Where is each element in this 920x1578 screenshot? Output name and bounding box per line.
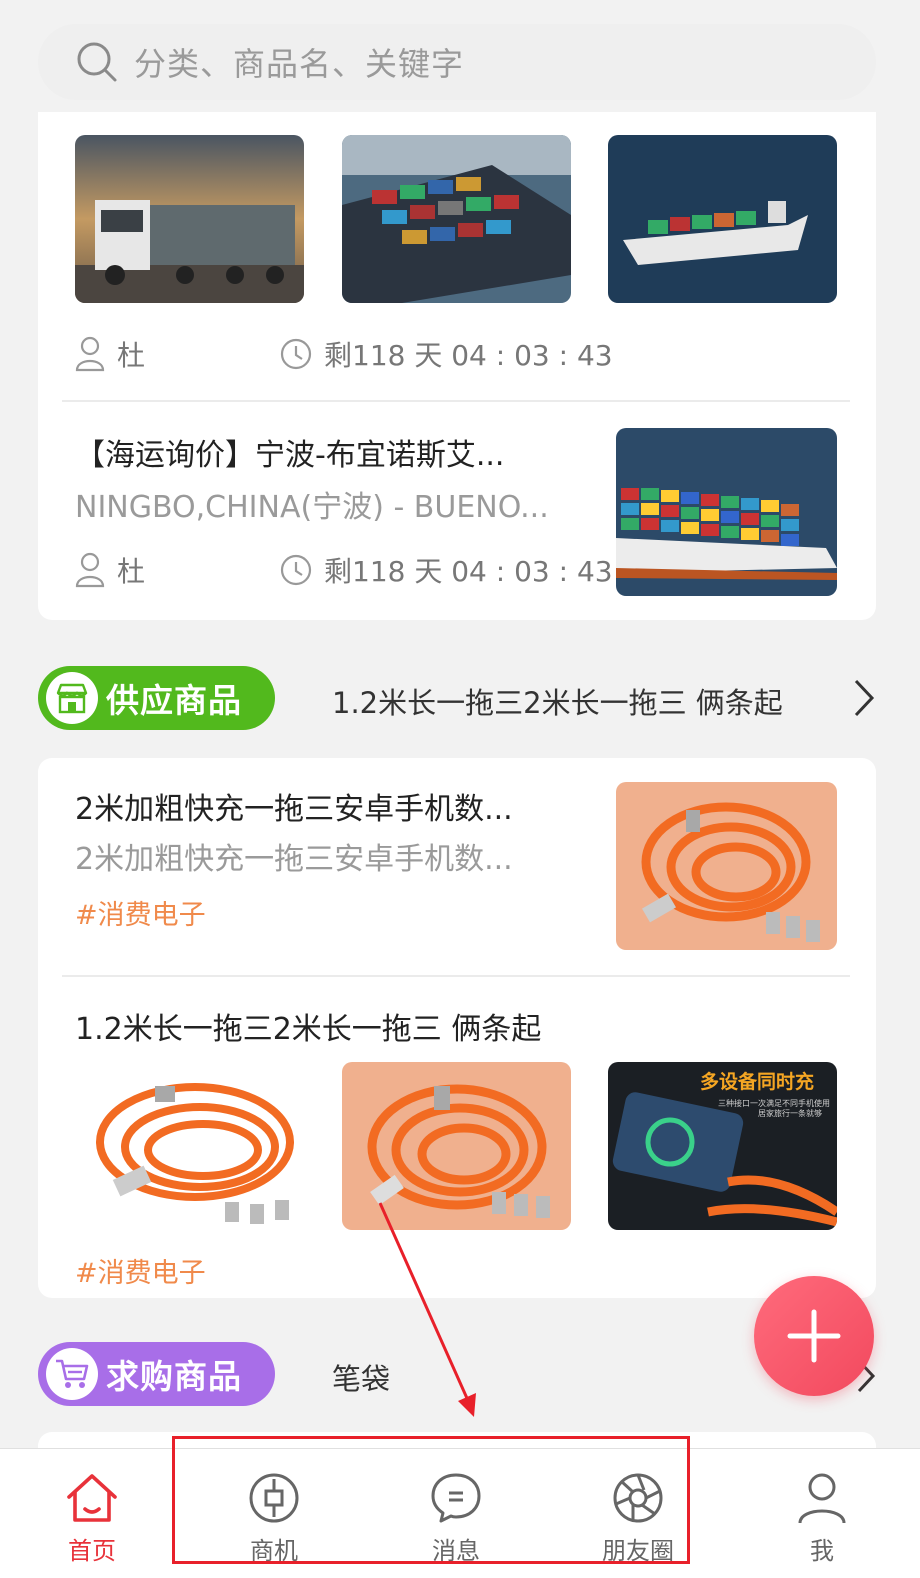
nav-home[interactable]: 首页 bbox=[0, 1449, 184, 1578]
supply-item-1-subtitle: 2米加粗快充一拖三安卓手机数... bbox=[75, 842, 513, 877]
add-button[interactable] bbox=[754, 1276, 874, 1396]
nav-profile-label: 我 bbox=[810, 1537, 834, 1565]
search-icon bbox=[77, 42, 117, 82]
cargo-ship-image[interactable] bbox=[608, 135, 837, 303]
divider bbox=[62, 975, 850, 977]
purchase-section-label[interactable]: 求购商品 bbox=[38, 1342, 275, 1406]
image-small-text-2: 居家旅行一条就够 bbox=[758, 1108, 822, 1118]
image-small-text-1: 三种接口一次满足不同手机使用 bbox=[718, 1098, 830, 1108]
listing-2-countdown-text: 剩118 天 04 : 03 : 43 bbox=[324, 555, 613, 588]
annotation-highlight-box bbox=[172, 1436, 690, 1564]
cart-icon bbox=[46, 1348, 98, 1400]
annotation-arrow bbox=[378, 1202, 476, 1417]
truck-image[interactable] bbox=[75, 135, 304, 303]
listing-2-title[interactable]: 【海运询价】宁波-布宜诺斯艾... bbox=[75, 430, 504, 474]
nav-home-label: 首页 bbox=[68, 1537, 116, 1565]
chevron-right-icon[interactable] bbox=[852, 678, 876, 718]
listing-2-subtitle: NINGBO,CHINA(宁波) - BUENO... bbox=[75, 490, 549, 525]
cable-image[interactable] bbox=[616, 782, 837, 950]
image-caption: 多设备同时充 bbox=[700, 1070, 814, 1093]
profile-icon bbox=[798, 1473, 846, 1524]
supply-item-1-title[interactable]: 2米加粗快充一拖三安卓手机数... bbox=[75, 784, 513, 828]
search-bar[interactable]: 分类、商品名、关键字 bbox=[38, 24, 876, 100]
user-icon bbox=[75, 336, 105, 372]
divider bbox=[62, 400, 850, 402]
listing-1-user: 杜 bbox=[75, 334, 145, 374]
store-icon bbox=[46, 672, 98, 724]
plus-icon bbox=[787, 1309, 841, 1363]
home-icon bbox=[67, 1474, 117, 1522]
supply-ticker[interactable]: 1.2米长一拖三2米长一拖三 俩条起 bbox=[332, 680, 783, 722]
supply-item-1-tag[interactable]: #消费电子 bbox=[75, 893, 206, 932]
supply-item-2-title[interactable]: 1.2米长一拖三2米长一拖三 俩条起 bbox=[75, 1004, 541, 1048]
multi-device-charging-image[interactable]: 多设备同时充 三种接口一次满足不同手机使用 居家旅行一条就够 bbox=[608, 1062, 837, 1230]
listing-2-user-name: 杜 bbox=[117, 555, 146, 588]
supply-item-2-tag[interactable]: #消费电子 bbox=[75, 1251, 206, 1290]
clock-icon bbox=[280, 554, 312, 586]
listing-1-user-name: 杜 bbox=[117, 339, 146, 372]
search-placeholder: 分类、商品名、关键字 bbox=[134, 45, 465, 83]
listing-1-countdown-text: 剩118 天 04 : 03 : 43 bbox=[324, 339, 613, 372]
container-vessel-image[interactable] bbox=[616, 428, 837, 596]
listing-2-countdown: 剩118 天 04 : 03 : 43 bbox=[280, 550, 613, 590]
supply-section-label[interactable]: 供应商品 bbox=[38, 666, 275, 730]
listing-1-countdown: 剩118 天 04 : 03 : 43 bbox=[280, 334, 613, 374]
container-ship-image[interactable] bbox=[342, 135, 571, 303]
user-icon bbox=[75, 552, 105, 588]
nav-profile[interactable]: 我 bbox=[730, 1449, 914, 1578]
clock-icon bbox=[280, 338, 312, 370]
listing-2-user: 杜 bbox=[75, 550, 145, 590]
cable-image[interactable] bbox=[75, 1062, 304, 1230]
